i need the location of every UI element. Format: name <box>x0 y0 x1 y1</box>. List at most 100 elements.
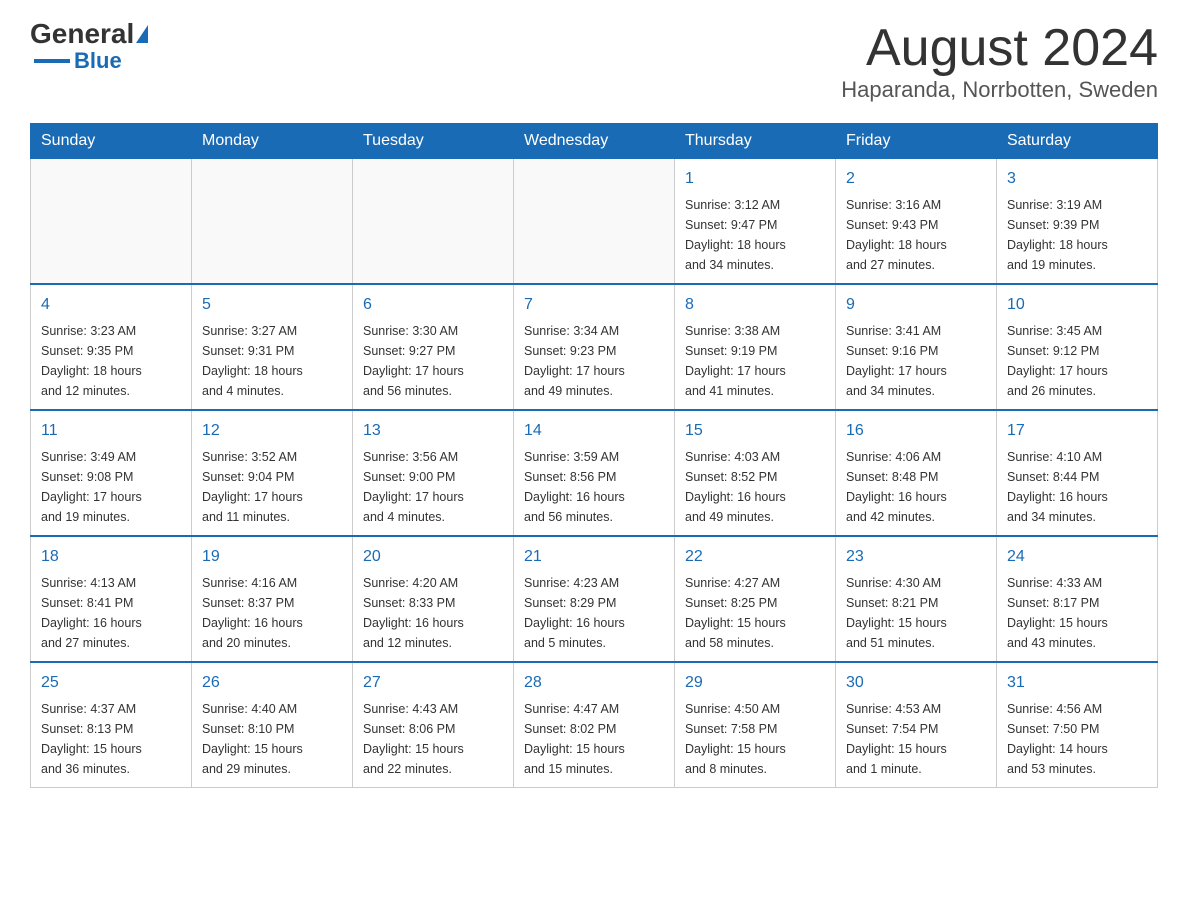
calendar-cell: 18 Sunrise: 4:13 AM Sunset: 8:41 PM Dayli… <box>31 536 192 662</box>
day-number: 12 <box>202 419 342 443</box>
day-number: 2 <box>846 167 986 191</box>
calendar-cell: 23 Sunrise: 4:30 AM Sunset: 8:21 PM Dayli… <box>836 536 997 662</box>
day-info: Sunrise: 4:30 AM Sunset: 8:21 PM Dayligh… <box>846 573 986 653</box>
calendar-cell: 5 Sunrise: 3:27 AM Sunset: 9:31 PM Daylig… <box>192 284 353 410</box>
calendar-cell <box>514 159 675 285</box>
calendar-cell: 26Sunrise: 4:40 AM Sunset: 8:10 PM Dayli… <box>192 662 353 788</box>
day-info: Sunrise: 3:49 AM Sunset: 9:08 PM Dayligh… <box>41 447 181 527</box>
calendar-cell: 13 Sunrise: 3:56 AM Sunset: 9:00 PM Dayli… <box>353 410 514 536</box>
day-number: 14 <box>524 419 664 443</box>
day-info: Sunrise: 4:03 AM Sunset: 8:52 PM Dayligh… <box>685 447 825 527</box>
day-info: Sunrise: 4:56 AM Sunset: 7:50 PM Dayligh… <box>1007 699 1147 779</box>
weekday-header-tuesday: Tuesday <box>353 124 514 159</box>
calendar-cell: 11 Sunrise: 3:49 AM Sunset: 9:08 PM Dayli… <box>31 410 192 536</box>
month-title: August 2024 <box>841 20 1158 77</box>
day-number: 5 <box>202 293 342 317</box>
calendar-cell: 28 Sunrise: 4:47 AM Sunset: 8:02 PM Dayli… <box>514 662 675 788</box>
logo-blue-text: Blue <box>74 48 122 74</box>
day-number: 31 <box>1007 671 1147 695</box>
day-info: Sunrise: 3:56 AM Sunset: 9:00 PM Dayligh… <box>363 447 503 527</box>
calendar-cell: 6 Sunrise: 3:30 AM Sunset: 9:27 PM Daylig… <box>353 284 514 410</box>
day-number: 15 <box>685 419 825 443</box>
day-info: Sunrise: 4:13 AM Sunset: 8:41 PM Dayligh… <box>41 573 181 653</box>
calendar-cell: 27Sunrise: 4:43 AM Sunset: 8:06 PM Dayli… <box>353 662 514 788</box>
day-info: Sunrise: 3:41 AM Sunset: 9:16 PM Dayligh… <box>846 321 986 401</box>
page-header: General Blue August 2024 Haparanda, Norr… <box>30 20 1158 103</box>
calendar-header: SundayMondayTuesdayWednesdayThursdayFrid… <box>31 124 1158 159</box>
weekday-header-thursday: Thursday <box>675 124 836 159</box>
day-info: Sunrise: 4:10 AM Sunset: 8:44 PM Dayligh… <box>1007 447 1147 527</box>
day-info: Sunrise: 3:23 AM Sunset: 9:35 PM Dayligh… <box>41 321 181 401</box>
calendar-cell: 14 Sunrise: 3:59 AM Sunset: 8:56 PM Dayli… <box>514 410 675 536</box>
day-number: 25 <box>41 671 181 695</box>
calendar-cell: 15 Sunrise: 4:03 AM Sunset: 8:52 PM Dayli… <box>675 410 836 536</box>
day-info: Sunrise: 4:20 AM Sunset: 8:33 PM Dayligh… <box>363 573 503 653</box>
calendar-cell: 29 Sunrise: 4:50 AM Sunset: 7:58 PM Dayli… <box>675 662 836 788</box>
day-number: 1 <box>685 167 825 191</box>
day-number: 6 <box>363 293 503 317</box>
day-number: 29 <box>685 671 825 695</box>
day-number: 28 <box>524 671 664 695</box>
calendar-cell: 16 Sunrise: 4:06 AM Sunset: 8:48 PM Dayli… <box>836 410 997 536</box>
day-info: Sunrise: 3:52 AM Sunset: 9:04 PM Dayligh… <box>202 447 342 527</box>
weekday-header-monday: Monday <box>192 124 353 159</box>
logo: General Blue <box>30 20 148 74</box>
day-number: 23 <box>846 545 986 569</box>
calendar-table: SundayMondayTuesdayWednesdayThursdayFrid… <box>30 123 1158 788</box>
title-area: August 2024 Haparanda, Norrbotten, Swede… <box>841 20 1158 103</box>
calendar-cell: 22Sunrise: 4:27 AM Sunset: 8:25 PM Dayli… <box>675 536 836 662</box>
day-info: Sunrise: 4:47 AM Sunset: 8:02 PM Dayligh… <box>524 699 664 779</box>
day-info: Sunrise: 4:40 AM Sunset: 8:10 PM Dayligh… <box>202 699 342 779</box>
day-info: Sunrise: 3:16 AM Sunset: 9:43 PM Dayligh… <box>846 195 986 275</box>
day-number: 17 <box>1007 419 1147 443</box>
day-number: 8 <box>685 293 825 317</box>
calendar-week-row: 11 Sunrise: 3:49 AM Sunset: 9:08 PM Dayli… <box>31 410 1158 536</box>
calendar-cell: 10Sunrise: 3:45 AM Sunset: 9:12 PM Dayli… <box>997 284 1158 410</box>
day-number: 30 <box>846 671 986 695</box>
day-number: 13 <box>363 419 503 443</box>
day-info: Sunrise: 4:06 AM Sunset: 8:48 PM Dayligh… <box>846 447 986 527</box>
calendar-week-row: 1Sunrise: 3:12 AM Sunset: 9:47 PM Daylig… <box>31 159 1158 285</box>
day-info: Sunrise: 4:43 AM Sunset: 8:06 PM Dayligh… <box>363 699 503 779</box>
calendar-week-row: 4 Sunrise: 3:23 AM Sunset: 9:35 PM Daylig… <box>31 284 1158 410</box>
day-info: Sunrise: 3:30 AM Sunset: 9:27 PM Dayligh… <box>363 321 503 401</box>
day-info: Sunrise: 3:59 AM Sunset: 8:56 PM Dayligh… <box>524 447 664 527</box>
calendar-cell: 9 Sunrise: 3:41 AM Sunset: 9:16 PM Daylig… <box>836 284 997 410</box>
calendar-cell: 24Sunrise: 4:33 AM Sunset: 8:17 PM Dayli… <box>997 536 1158 662</box>
calendar-body: 1Sunrise: 3:12 AM Sunset: 9:47 PM Daylig… <box>31 159 1158 788</box>
day-number: 11 <box>41 419 181 443</box>
day-number: 4 <box>41 293 181 317</box>
logo-triangle-icon <box>136 25 148 43</box>
calendar-cell: 8Sunrise: 3:38 AM Sunset: 9:19 PM Daylig… <box>675 284 836 410</box>
day-info: Sunrise: 4:33 AM Sunset: 8:17 PM Dayligh… <box>1007 573 1147 653</box>
logo-bar <box>34 59 70 63</box>
calendar-cell: 3Sunrise: 3:19 AM Sunset: 9:39 PM Daylig… <box>997 159 1158 285</box>
day-number: 7 <box>524 293 664 317</box>
calendar-cell: 7 Sunrise: 3:34 AM Sunset: 9:23 PM Daylig… <box>514 284 675 410</box>
calendar-cell <box>31 159 192 285</box>
weekday-header-wednesday: Wednesday <box>514 124 675 159</box>
weekday-header-sunday: Sunday <box>31 124 192 159</box>
day-info: Sunrise: 4:53 AM Sunset: 7:54 PM Dayligh… <box>846 699 986 779</box>
weekday-header-saturday: Saturday <box>997 124 1158 159</box>
calendar-week-row: 25 Sunrise: 4:37 AM Sunset: 8:13 PM Dayli… <box>31 662 1158 788</box>
day-info: Sunrise: 3:27 AM Sunset: 9:31 PM Dayligh… <box>202 321 342 401</box>
calendar-cell: 30 Sunrise: 4:53 AM Sunset: 7:54 PM Dayli… <box>836 662 997 788</box>
day-info: Sunrise: 4:37 AM Sunset: 8:13 PM Dayligh… <box>41 699 181 779</box>
day-info: Sunrise: 4:50 AM Sunset: 7:58 PM Dayligh… <box>685 699 825 779</box>
logo-general-text: General <box>30 20 134 48</box>
calendar-cell: 4 Sunrise: 3:23 AM Sunset: 9:35 PM Daylig… <box>31 284 192 410</box>
weekday-header-friday: Friday <box>836 124 997 159</box>
day-number: 16 <box>846 419 986 443</box>
calendar-cell: 31 Sunrise: 4:56 AM Sunset: 7:50 PM Dayli… <box>997 662 1158 788</box>
calendar-cell: 25 Sunrise: 4:37 AM Sunset: 8:13 PM Dayli… <box>31 662 192 788</box>
day-info: Sunrise: 4:23 AM Sunset: 8:29 PM Dayligh… <box>524 573 664 653</box>
day-number: 18 <box>41 545 181 569</box>
day-info: Sunrise: 3:45 AM Sunset: 9:12 PM Dayligh… <box>1007 321 1147 401</box>
day-number: 22 <box>685 545 825 569</box>
day-number: 21 <box>524 545 664 569</box>
day-info: Sunrise: 3:34 AM Sunset: 9:23 PM Dayligh… <box>524 321 664 401</box>
calendar-cell: 1Sunrise: 3:12 AM Sunset: 9:47 PM Daylig… <box>675 159 836 285</box>
day-number: 9 <box>846 293 986 317</box>
calendar-cell: 21 Sunrise: 4:23 AM Sunset: 8:29 PM Dayli… <box>514 536 675 662</box>
